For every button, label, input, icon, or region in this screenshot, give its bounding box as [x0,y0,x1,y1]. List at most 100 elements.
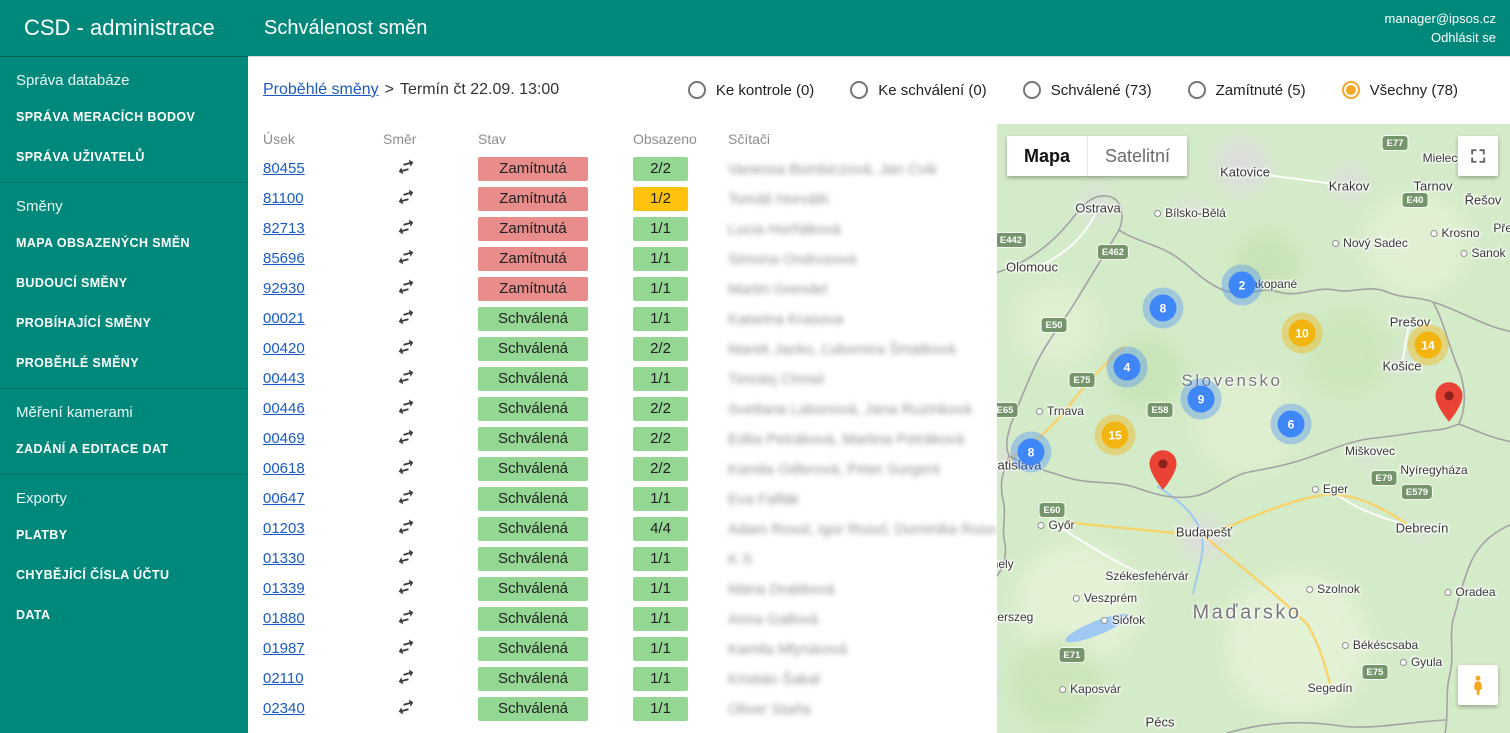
app-header: CSD - administrace Schválenost směn mana… [0,0,1510,56]
table-row: 92930Zamítnutá1/1Martin Grendel [263,274,997,304]
filter-radio-schvalene[interactable]: Schválené (73) [1023,81,1152,99]
cluster-marker[interactable]: 8 [1150,295,1177,322]
usek-link[interactable]: 85696 [263,250,305,267]
swap-arrows-icon [393,543,420,570]
app-screen: CSD - administrace Schválenost směn mana… [0,0,1510,733]
occupancy-badge: 1/1 [633,697,688,721]
map-view-button[interactable]: Mapa [1007,136,1087,176]
usek-link[interactable]: 00443 [263,370,305,387]
table-row: 01339Schválená1/1Mária Drabbová [263,574,997,604]
fullscreen-button[interactable] [1458,136,1498,176]
scitaci-names: Simona Ondrusová [728,251,997,268]
usek-link[interactable]: 00618 [263,460,305,477]
status-badge: Schválená [478,637,588,661]
col-header-stav: Stav [478,131,633,147]
filter-radio-vsechny[interactable]: Všechny (78) [1342,81,1458,99]
status-badge: Schválená [478,487,588,511]
status-badge: Schválená [478,397,588,421]
sidebar-item-platby[interactable]: PLATBY [0,515,248,555]
usek-link[interactable]: 00647 [263,490,305,507]
table-row: 02110Schválená1/1Kristián Šakal [263,664,997,694]
sidebar-section-title: Správa databáze [0,57,248,97]
sidebar-item-budouci-smeny[interactable]: BUDOUCÍ SMĚNY [0,263,248,303]
table-body: 80455Zamítnutá2/2Vanessa Bombiczová, Jan… [263,154,997,724]
table-row: 01203Schválená4/4Adam Rosol, Igor Rosol,… [263,514,997,544]
usek-link[interactable]: 80455 [263,160,305,177]
table-header: Úsek Směr Stav Obsazeno Sčítači [263,124,997,154]
swap-arrows-icon [393,243,420,270]
sidebar-item-data[interactable]: DATA [0,595,248,635]
usek-link[interactable]: 00021 [263,310,305,327]
radio-label: Ke schválení (0) [878,82,986,99]
radio-label: Všechny (78) [1370,82,1458,99]
usek-link[interactable]: 02110 [263,670,304,687]
col-header-usek: Úsek [263,131,383,147]
status-badge: Zamítnutá [478,217,588,241]
map-canvas[interactable]: SlovenskoMaďarskoMielecKatoviceKrakovTar… [997,124,1510,733]
filter-radio-ke-kontrole[interactable]: Ke kontrole (0) [688,81,814,99]
scitaci-names: Marek Jacko, Ľubomíra Šmatková [728,341,997,358]
satellite-view-button[interactable]: Satelitní [1087,136,1187,176]
cluster-marker[interactable]: 6 [1278,411,1305,438]
col-header-obsazeno: Obsazeno [633,131,728,147]
usek-link[interactable]: 02340 [263,700,305,717]
swap-arrows-icon [393,213,420,240]
usek-link[interactable]: 01339 [263,580,305,597]
filter-radio-ke-schvaleni[interactable]: Ke schválení (0) [850,81,986,99]
scitaci-names: Kamila Mlynárová [728,641,997,658]
radio-icon [1023,81,1041,99]
filter-radio-zamitnute[interactable]: Zamítnuté (5) [1188,81,1306,99]
sidebar-item-zadani-a-editace-dat[interactable]: ZADÁNÍ A EDITACE DAT [0,429,248,469]
usek-link[interactable]: 00446 [263,400,305,417]
swap-arrows-icon [393,573,420,600]
sidebar-item-sprava-meracich-bodov[interactable]: SPRÁVA MERACÍCH BODOV [0,97,248,137]
sidebar-item-chybejici-cisla-uctu[interactable]: CHYBĚJÍCÍ ČÍSLA ÚČTU [0,555,248,595]
scitaci-names: K S [728,551,997,568]
sidebar-section-title: Směny [0,183,248,223]
usek-link[interactable]: 01330 [263,550,305,567]
sidebar-item-probehle-smeny[interactable]: PROBĚHLÉ SMĚNY [0,343,248,383]
occupancy-badge: 1/1 [633,487,688,511]
status-badge: Schválená [478,337,588,361]
cluster-marker[interactable]: 15 [1102,422,1129,449]
swap-arrows-icon [393,363,420,390]
usek-link[interactable]: 00469 [263,430,305,447]
map-pin-icon[interactable] [1436,382,1463,422]
sidebar-item-probihajici-smeny[interactable]: PROBÍHAJÍCÍ SMĚNY [0,303,248,343]
cluster-marker[interactable]: 2 [1229,272,1256,299]
status-badge: Schválená [478,427,588,451]
cluster-marker[interactable]: 4 [1114,354,1141,381]
occupancy-badge: 2/2 [633,457,688,481]
usek-link[interactable]: 81100 [263,190,304,207]
usek-link[interactable]: 82713 [263,220,305,237]
cluster-marker[interactable]: 8 [1018,439,1045,466]
occupancy-badge: 1/1 [633,637,688,661]
sidebar-section: SměnyMAPA OBSAZENÝCH SMĚNBUDOUCÍ SMĚNYPR… [0,183,248,389]
swap-arrows-icon [393,183,420,210]
cluster-marker[interactable]: 14 [1415,332,1442,359]
sidebar-item-sprava-uzivatelu[interactable]: SPRÁVA UŽIVATELŮ [0,137,248,177]
usek-link[interactable]: 01987 [263,640,305,657]
occupancy-badge: 1/1 [633,307,688,331]
occupancy-badge: 2/2 [633,337,688,361]
scitaci-names: Tomáš Horváth [728,191,997,208]
scitaci-names: Katarina Krasova [728,311,997,328]
cluster-marker[interactable]: 10 [1289,320,1316,347]
map-pin-icon[interactable] [1150,450,1177,490]
breadcrumb-link[interactable]: Proběhlé směny [263,81,379,98]
usek-link[interactable]: 01203 [263,520,305,537]
map-markers: 2 8 10 14 4 9 6 15 8 [997,124,1510,733]
page-title: Schválenost směn [264,17,427,40]
scitaci-names: Kristián Šakal [728,671,997,688]
status-badge: Zamítnutá [478,277,588,301]
usek-link[interactable]: 00420 [263,340,305,357]
status-badge: Schválená [478,547,588,571]
logout-link[interactable]: Odhlásit se [1385,28,1496,47]
cluster-marker[interactable]: 9 [1188,386,1215,413]
usek-link[interactable]: 01880 [263,610,305,627]
usek-link[interactable]: 92930 [263,280,305,297]
sidebar-item-mapa-obsazenych-smen[interactable]: MAPA OBSAZENÝCH SMĚN [0,223,248,263]
radio-label: Ke kontrole (0) [716,82,814,99]
pegman-control[interactable] [1458,665,1498,705]
col-header-smer: Směr [383,131,478,147]
